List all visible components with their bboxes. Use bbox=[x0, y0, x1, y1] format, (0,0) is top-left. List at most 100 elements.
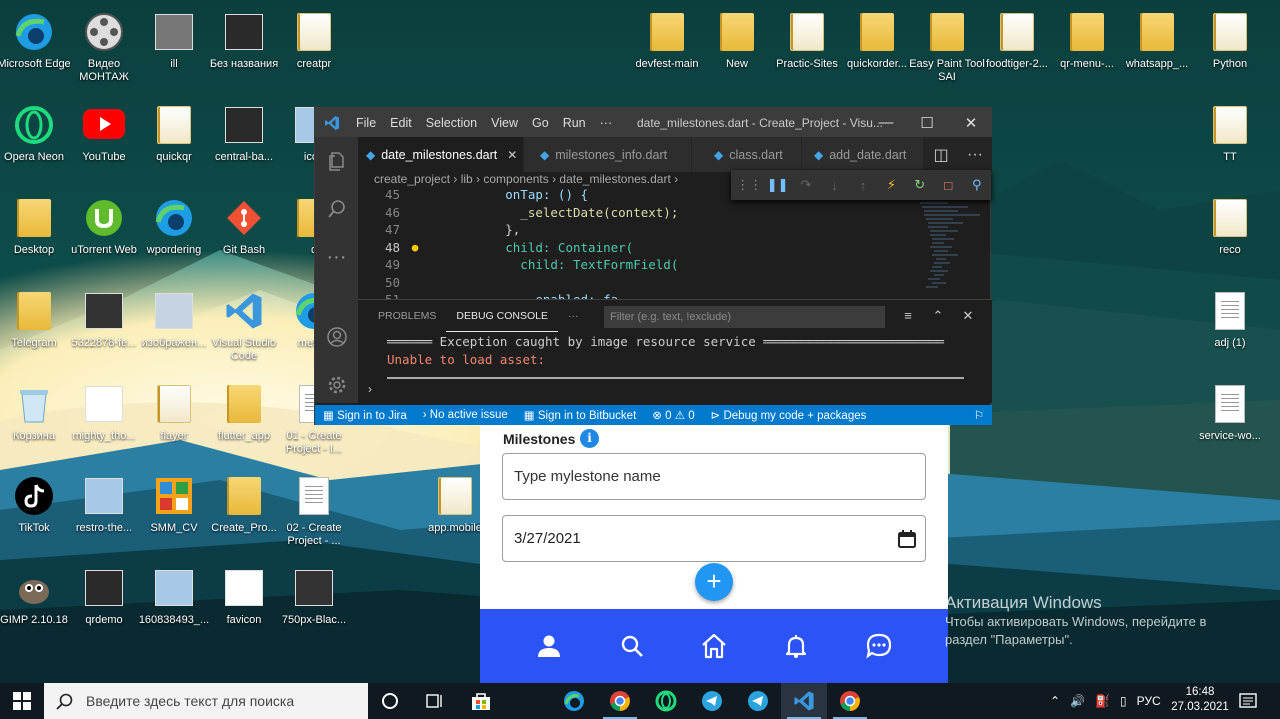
desktop-icon[interactable]: 5322878-fe... bbox=[64, 285, 144, 371]
menu-edit[interactable]: Edit bbox=[383, 116, 419, 130]
tab-milestones-info[interactable]: ◆ milestones_info.dart bbox=[524, 137, 692, 172]
vscode-window[interactable]: File Edit Selection View Go Run ··· date… bbox=[314, 107, 992, 425]
desktop-icon[interactable]: creatpr bbox=[274, 6, 354, 92]
desktop-icon[interactable]: 160838493_... bbox=[134, 562, 214, 648]
milestone-date-input[interactable]: 3/27/2021 bbox=[502, 515, 926, 562]
volume-icon[interactable]: 🔊 bbox=[1065, 694, 1090, 708]
tab-class[interactable]: ◆ class.dart bbox=[692, 137, 802, 172]
chat-icon[interactable] bbox=[857, 624, 901, 668]
minimap[interactable] bbox=[918, 200, 988, 300]
desktop-icon[interactable]: quickorder... bbox=[837, 6, 917, 92]
step-into-icon[interactable]: ↓ bbox=[820, 178, 848, 193]
desktop-icon[interactable]: SMM_CV bbox=[134, 470, 214, 556]
network-icon[interactable]: ⛽ bbox=[1090, 694, 1115, 708]
edge-taskbar-icon[interactable] bbox=[551, 683, 597, 719]
desktop-icon[interactable]: Корзина bbox=[0, 378, 74, 464]
menu-go[interactable]: Go bbox=[525, 116, 556, 130]
lightbulb-icon[interactable]: ● bbox=[400, 239, 430, 257]
desktop-icon[interactable]: central-ba... bbox=[204, 99, 284, 185]
person-icon[interactable] bbox=[527, 624, 571, 668]
restart-icon[interactable]: ↻ bbox=[906, 177, 934, 193]
step-out-icon[interactable]: ↑ bbox=[849, 178, 877, 193]
desktop-icon[interactable]: whatsapp_... bbox=[1117, 6, 1197, 92]
stop-icon[interactable]: □ bbox=[934, 178, 962, 193]
code-editor[interactable]: 45 onTap: () { 46 _selectDate(context); … bbox=[358, 186, 918, 299]
desktop-icon[interactable]: flayer bbox=[134, 378, 214, 464]
taskbar-search-box[interactable]: Введите здесь текст для поиска bbox=[44, 683, 368, 719]
desktop-icon[interactable]: foodtiger-2... bbox=[977, 6, 1057, 92]
menu-run[interactable]: Run bbox=[556, 116, 593, 130]
desktop-icon[interactable]: YouTube bbox=[64, 99, 144, 185]
desktop-icon[interactable]: ill bbox=[134, 6, 214, 92]
more-views-icon[interactable]: ··· bbox=[315, 233, 358, 281]
desktop-icon[interactable]: restro-the... bbox=[64, 470, 144, 556]
info-icon[interactable]: i bbox=[580, 429, 599, 448]
notifications-icon[interactable]: ⚐ bbox=[966, 408, 992, 422]
clear-console-icon[interactable]: ≡ bbox=[898, 306, 918, 326]
desktop-icon[interactable]: Видео МОНТАЖ bbox=[64, 6, 144, 92]
battery-icon[interactable]: ▯ bbox=[1115, 694, 1132, 708]
tab-add-date[interactable]: ◆ add_date.dart bbox=[802, 137, 924, 172]
tray-chevron-icon[interactable]: ⌃ bbox=[1045, 694, 1065, 708]
chrome-taskbar-icon[interactable] bbox=[597, 683, 643, 719]
tab-problems[interactable]: PROBLEMS bbox=[368, 300, 446, 332]
close-panel-icon[interactable]: ✕ bbox=[958, 306, 978, 326]
desktop-icon[interactable]: GIMP 2.10.18 bbox=[0, 562, 74, 648]
language-indicator[interactable]: РУС bbox=[1132, 694, 1166, 708]
desktop-icon[interactable]: reco bbox=[1190, 192, 1270, 278]
search-icon[interactable] bbox=[610, 624, 654, 668]
account-icon[interactable] bbox=[315, 313, 358, 361]
maximize-panel-icon[interactable]: ⌃ bbox=[928, 306, 948, 326]
action-center-icon[interactable] bbox=[1238, 691, 1258, 711]
desktop-icon[interactable]: devfest-main bbox=[627, 6, 707, 92]
tab-date-milestones[interactable]: ◆ date_milestones.dart ✕ bbox=[358, 137, 524, 172]
add-milestone-button[interactable]: + bbox=[695, 563, 733, 601]
hot-reload-icon[interactable]: ⚡ bbox=[877, 177, 905, 193]
desktop-icon[interactable]: uTorrent Web bbox=[64, 192, 144, 278]
menu-file[interactable]: File bbox=[349, 116, 383, 130]
desktop-icon[interactable]: mighty_tho... bbox=[64, 378, 144, 464]
desktop-icon[interactable]: quickqr bbox=[134, 99, 214, 185]
desktop-icon[interactable]: qrdemo bbox=[64, 562, 144, 648]
panel-more[interactable]: ··· bbox=[558, 300, 589, 332]
desktop-icon[interactable]: Desktop bbox=[0, 192, 74, 278]
desktop-icon[interactable]: Visual Studio Code bbox=[204, 285, 284, 371]
close-tab-icon[interactable]: ✕ bbox=[507, 148, 517, 162]
status-problems[interactable]: ⊗ 0 ⚠ 0 bbox=[644, 408, 702, 422]
drag-handle-icon[interactable]: ⋮⋮ bbox=[735, 177, 763, 193]
settings-gear-icon[interactable] bbox=[315, 361, 358, 409]
desktop-icon[interactable]: service-wo... bbox=[1190, 378, 1270, 464]
step-over-icon[interactable]: ↷ bbox=[792, 177, 820, 193]
split-editor-icon[interactable]: ◫ bbox=[924, 137, 958, 172]
desktop-icon[interactable]: 750px-Blac... bbox=[274, 562, 354, 648]
search-icon[interactable] bbox=[315, 185, 358, 233]
chrome-taskbar-icon-2[interactable] bbox=[827, 683, 873, 719]
calendar-icon[interactable] bbox=[897, 529, 917, 549]
desktop-icon[interactable]: Opera Neon bbox=[0, 99, 74, 185]
vscode-taskbar-icon[interactable] bbox=[781, 683, 827, 719]
milestone-name-input[interactable]: Type mylestone name bbox=[502, 453, 926, 500]
desktop-icon[interactable]: New bbox=[697, 6, 777, 92]
desktop-icon[interactable]: favicon bbox=[204, 562, 284, 648]
desktop-icon[interactable]: 02 - Create Project - ... bbox=[274, 470, 354, 556]
start-button[interactable] bbox=[0, 683, 44, 719]
status-bitbucket[interactable]: ▦ Sign in to Bitbucket bbox=[516, 408, 645, 422]
desktop-icon[interactable]: Telegram bbox=[0, 285, 74, 371]
maximize-button[interactable]: ☐ bbox=[907, 108, 947, 137]
status-debug-mode[interactable]: ⊳ Debug my code + packages bbox=[703, 408, 875, 422]
menu-selection[interactable]: Selection bbox=[419, 116, 484, 130]
desktop-icon[interactable]: Без названия bbox=[204, 6, 284, 92]
explorer-icon[interactable] bbox=[315, 137, 358, 185]
opera-neon-taskbar-icon[interactable] bbox=[643, 683, 689, 719]
desktop-icon[interactable]: adj (1) bbox=[1190, 285, 1270, 371]
store-icon[interactable] bbox=[458, 683, 504, 719]
menu-more[interactable]: ··· bbox=[593, 116, 620, 130]
desktop-icon[interactable]: flutter_app bbox=[204, 378, 284, 464]
desktop-icon[interactable]: TT bbox=[1190, 99, 1270, 185]
clock[interactable]: 16:48 27.03.2021 bbox=[1165, 685, 1235, 715]
console-filter-input[interactable]: Filter (e.g. text, !exclude) bbox=[604, 306, 885, 328]
vscode-title-bar[interactable]: File Edit Selection View Go Run ··· date… bbox=[315, 108, 992, 137]
cortana-icon[interactable] bbox=[367, 683, 413, 719]
desktop-icon[interactable]: qr-menu-... bbox=[1047, 6, 1127, 92]
menu-view[interactable]: View bbox=[484, 116, 525, 130]
